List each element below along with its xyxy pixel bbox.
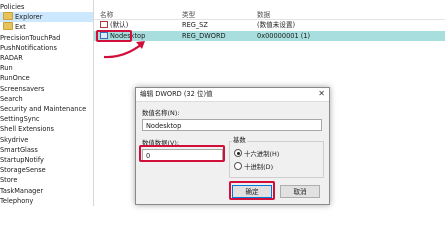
value-data: (数值未设置) — [257, 21, 296, 29]
tree-item-label: SettingSync — [0, 115, 40, 124]
tree-item-label: StorageSense — [0, 166, 46, 175]
value-name: (默认) — [110, 21, 129, 29]
tree-item[interactable]: Telephony — [0, 196, 92, 206]
tree-item-label: Shell Extensions — [0, 125, 54, 134]
tree-item[interactable]: SettingSync — [0, 114, 92, 124]
tree-item[interactable]: RunOnce — [0, 73, 92, 83]
cancel-button[interactable]: 取消 — [280, 185, 320, 198]
tree-item-label: Ext — [15, 23, 26, 32]
value-name-field[interactable]: Nodesktop — [142, 119, 322, 131]
tree-item[interactable]: RADAR — [0, 53, 92, 63]
tree-item-label: SmartGlass — [0, 145, 38, 154]
highlight-ok-button — [229, 181, 275, 200]
radio-selected-icon — [234, 149, 242, 157]
folder-icon — [3, 12, 13, 21]
value-type: REG_SZ — [182, 21, 208, 29]
tree-item[interactable]: Shell Extensions — [0, 124, 92, 134]
tree-item[interactable]: StartupNotify — [0, 155, 92, 165]
tree-item[interactable]: PrecisionTouchPad — [0, 33, 92, 43]
column-type[interactable]: 类型 — [182, 9, 195, 19]
tree-item-label: StartupNotify — [0, 156, 44, 164]
tree-item-label: PushNotifications — [0, 43, 57, 52]
name-label: 数值名称(N): — [142, 109, 180, 117]
tree-item-label: Skydrive — [0, 135, 29, 144]
radio-dec[interactable]: 十进制(D) — [234, 162, 273, 171]
close-icon[interactable]: ✕ — [318, 89, 325, 98]
tree-item-label: Explorer — [15, 13, 43, 22]
value-data: 0x00000001 (1) — [257, 32, 311, 40]
dialog-title: 编辑 DWORD (32 位)值 — [136, 88, 329, 102]
tree-item-label: Search — [0, 94, 23, 103]
radio-unselected-icon — [234, 162, 242, 170]
highlight-value-name — [96, 30, 132, 42]
radio-hex[interactable]: 十六进制(H) — [234, 149, 279, 158]
reg-sz-icon — [100, 21, 108, 28]
tree-item-label: TaskManager — [0, 186, 44, 195]
base-label: 基数 — [232, 135, 247, 144]
column-data[interactable]: 数据 — [257, 9, 270, 19]
tree-item-label: RunOnce — [0, 74, 30, 83]
tree-item-label: Security and Maintenance — [0, 105, 87, 113]
value-type: REG_DWORD — [182, 32, 226, 40]
tree-item[interactable]: Search — [0, 94, 92, 104]
list-item[interactable]: (默认) REG_SZ (数值未设置) — [94, 20, 445, 30]
tree-item[interactable]: Screensavers — [0, 84, 92, 94]
highlight-data-field — [139, 145, 225, 162]
tree-item-label: Screensavers — [0, 84, 45, 93]
tree-item-label: Store — [0, 176, 18, 185]
tree-item[interactable]: Store — [0, 175, 92, 185]
registry-tree[interactable]: Policies Explorer Ext PrecisionTouchPad Push… — [0, 0, 94, 206]
base-group — [229, 141, 324, 178]
tree-item[interactable]: Security and Maintenance — [0, 104, 92, 114]
tree-item[interactable]: Ext — [0, 22, 93, 32]
tree-item-label: Run — [0, 64, 13, 73]
tree-item-label: Policies — [0, 3, 25, 11]
column-name[interactable]: 名称 — [100, 9, 113, 19]
tree-item[interactable]: StorageSense — [0, 165, 92, 175]
tree-item-label: Telephony — [0, 196, 34, 205]
folder-icon — [3, 22, 13, 31]
tree-item[interactable]: SmartGlass — [0, 145, 92, 155]
tree-item[interactable]: Explorer — [0, 12, 93, 23]
tree-item-label: RADAR — [0, 54, 23, 62]
tree-item[interactable]: Policies — [0, 2, 92, 12]
tree-item-label: PrecisionTouchPad — [0, 33, 61, 42]
tree-item[interactable]: PushNotifications — [0, 43, 92, 53]
list-header: 名称 类型 数据 — [94, 8, 445, 20]
tree-item[interactable]: Skydrive — [0, 135, 92, 145]
tree-item[interactable]: Run — [0, 63, 92, 73]
tree-item[interactable]: TaskManager — [0, 186, 92, 196]
